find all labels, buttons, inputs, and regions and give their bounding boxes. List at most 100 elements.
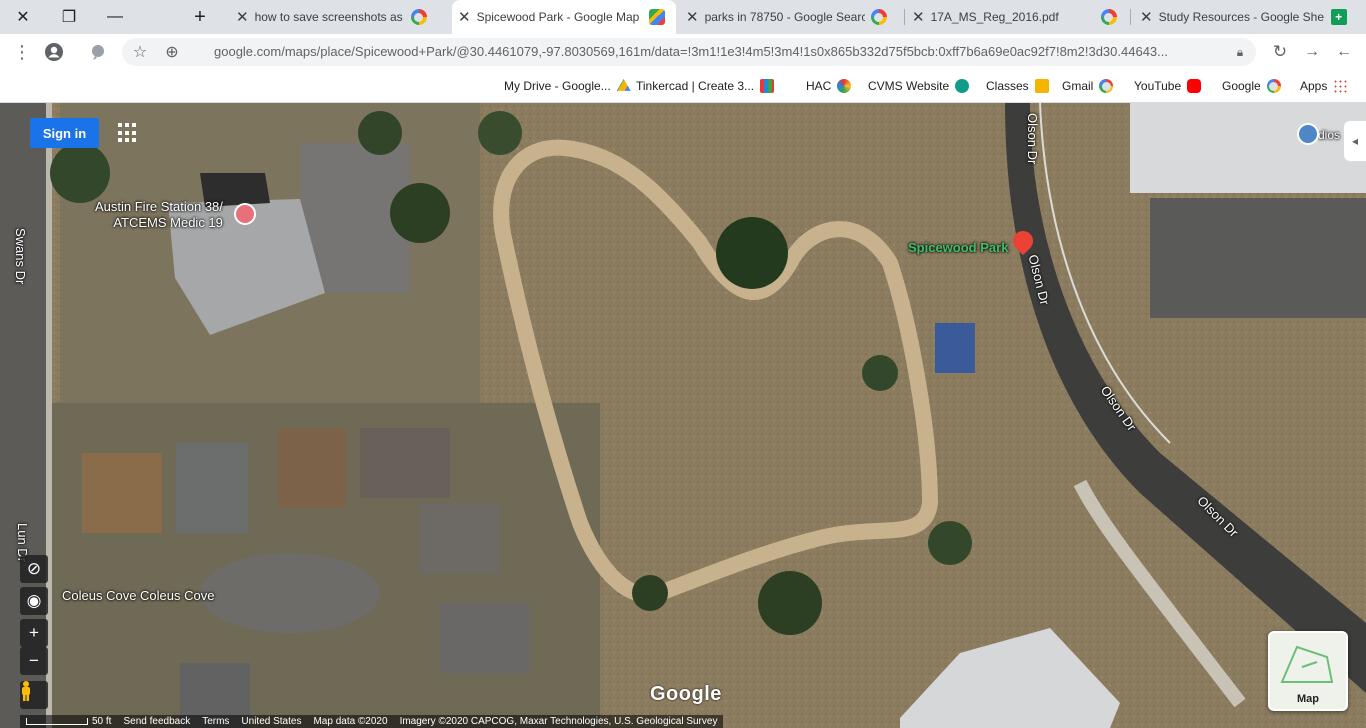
minimap-label: Map [1297, 693, 1319, 705]
reload-icon[interactable]: ↻ [1268, 40, 1292, 64]
bookmarks-bar: Apps Google YouTube Gmail Classes CVMS W… [0, 70, 1366, 103]
bookmark-label: Gmail [1062, 79, 1094, 93]
close-tab-icon[interactable]: ✕ [236, 8, 249, 26]
add-location-icon[interactable]: ⊕ [160, 40, 184, 64]
bookmark-youtube[interactable]: YouTube [1134, 76, 1202, 96]
satellite-imagery [0, 103, 1366, 728]
url-text: google.com/maps/place/Spicewood+Park/@30… [214, 44, 1168, 59]
fire-station-marker-icon[interactable] [234, 203, 256, 225]
apps-icon [1333, 79, 1348, 93]
business-marker-icon[interactable] [1297, 123, 1319, 145]
satellite-map[interactable]: Sign in Austin Fire Station 38/ ATCEMS M… [0, 103, 1366, 728]
google-icon [1100, 9, 1117, 25]
fire-station-name-line-1: Austin Fire Station 38/ [95, 199, 223, 214]
bookmark-hac[interactable]: HAC [806, 76, 852, 96]
bookmark-label: Classes [986, 79, 1029, 93]
google-apps-icon[interactable] [118, 123, 138, 143]
send-feedback-link[interactable]: Send feedback [123, 715, 190, 728]
tab-title: parks in 78750 - Google Searc [704, 10, 865, 24]
zoom-in-button[interactable]: + [20, 619, 48, 647]
bookmark-label: HAC [806, 79, 832, 93]
close-tab-icon[interactable]: ✕ [912, 8, 925, 26]
close-tab-icon[interactable]: ✕ [686, 8, 699, 26]
new-tab-button[interactable]: + [180, 0, 220, 34]
zoom-out-button[interactable]: − [20, 647, 48, 675]
map-data-credit: Map data ©2020 [313, 716, 388, 727]
minimize-window-button[interactable]: — [92, 0, 138, 34]
country-label[interactable]: United States [241, 715, 301, 728]
tab-separator [904, 9, 905, 25]
tab-title: Spicewood Park - Google Map [476, 10, 640, 24]
menu-dots-icon[interactable]: ⋮ [10, 40, 34, 64]
back-icon[interactable]: ← [1332, 40, 1356, 64]
park-label[interactable]: Spicewood Park [908, 240, 1008, 255]
tab-pdf[interactable]: ✕ 17A_MS_Reg_2016.pdf [906, 0, 1128, 34]
close-window-button[interactable]: ✕ [0, 0, 46, 34]
tinkercad-icon [760, 79, 775, 93]
compass-icon[interactable]: ⊘ [20, 555, 48, 583]
maximize-window-button[interactable]: ❐ [46, 0, 92, 34]
map-footer: 50 ft Send feedback Terms United States … [0, 715, 1366, 728]
street-label-coleus: Coleus Cove Coleus Cove [62, 588, 215, 603]
tab-study-resources[interactable]: ✕ Study Resources - Google She + [1134, 0, 1358, 34]
tab-strip: ✕ ❐ — + ✕ how to save screenshots as jp … [0, 0, 1366, 34]
tab-how-to-save[interactable]: ✕ how to save screenshots as jp [230, 0, 440, 34]
sheets-icon: + [1330, 9, 1347, 25]
tab-parks-search[interactable]: ✕ parks in 78750 - Google Searc [680, 0, 900, 34]
maps-icon [648, 9, 665, 25]
sign-in-button[interactable]: Sign in [30, 118, 99, 148]
drive-icon [616, 79, 631, 91]
minimap-preview-icon [1280, 645, 1334, 683]
bookmark-label: My Drive - Google... [504, 79, 611, 93]
scale-line [26, 718, 88, 725]
bookmark-label: Google [1222, 79, 1261, 93]
close-tab-icon[interactable]: ✕ [458, 8, 471, 26]
bookmark-label: CVMS Website [868, 79, 950, 93]
bookmark-star-icon[interactable]: ☆ [128, 40, 152, 64]
forward-icon[interactable]: → [1300, 40, 1324, 64]
google-logo: Google [650, 683, 722, 705]
fire-station-name-line-2: ATCEMS Medic 19 [113, 215, 223, 230]
lock-icon[interactable]: 🔒︎ [1228, 40, 1252, 64]
gmail-icon [1099, 79, 1114, 93]
tab-title: how to save screenshots as jp [254, 10, 405, 24]
pegman-icon[interactable] [20, 681, 48, 709]
tab-title: 17A_MS_Reg_2016.pdf [930, 10, 1059, 24]
google-icon [410, 9, 427, 25]
bookmark-label: Tinkercad | Create 3... [636, 79, 755, 93]
scale-label: 50 ft [92, 716, 112, 727]
bookmark-gmail[interactable]: Gmail [1062, 76, 1114, 96]
browser-toolbar: ⋮ ☆ ⊕ google.com/maps/place/Spicewood+Pa… [0, 34, 1366, 70]
cvms-icon [955, 79, 970, 93]
fire-station-label[interactable]: Austin Fire Station 38/ ATCEMS Medic 19 [95, 199, 223, 231]
my-location-icon[interactable]: ◉ [20, 587, 48, 615]
tab-separator [1130, 9, 1131, 25]
business-label[interactable]: dios [1318, 128, 1340, 142]
tab-title: Study Resources - Google She [1158, 10, 1324, 24]
bookmark-tinkercad[interactable]: Tinkercad | Create 3... [636, 76, 775, 96]
classroom-icon [1034, 79, 1049, 93]
bookmark-label: YouTube [1134, 79, 1182, 93]
extension-icon[interactable] [86, 40, 110, 64]
bookmark-google[interactable]: Google [1222, 76, 1281, 96]
street-label-swans: Swans Dr [13, 228, 28, 285]
bookmark-my-drive[interactable]: My Drive - Google... [504, 76, 631, 96]
bookmark-apps[interactable]: Apps [1300, 76, 1348, 96]
close-tab-icon[interactable]: ✕ [1140, 8, 1153, 26]
tab-spicewood-park-maps[interactable]: ✕ Spicewood Park - Google Map [452, 0, 676, 34]
google-icon [1266, 79, 1281, 93]
bookmark-cvms[interactable]: CVMS Website [868, 76, 970, 96]
bookmark-classes[interactable]: Classes [986, 76, 1049, 96]
google-icon [870, 9, 887, 25]
youtube-icon [1187, 79, 1202, 93]
imagery-credit: Imagery ©2020 CAPCOG, Maxar Technologies… [399, 716, 718, 727]
street-label-olson-4: Olson Dr [1025, 113, 1040, 165]
profile-avatar[interactable] [42, 40, 66, 64]
hac-icon [837, 79, 852, 93]
map-layer-toggle[interactable]: Map [1268, 631, 1348, 711]
terms-link[interactable]: Terms [202, 715, 229, 728]
scale-bar[interactable]: 50 ft [26, 715, 111, 728]
collapse-panel-button[interactable]: ◂ [1344, 121, 1366, 161]
address-bar[interactable]: ☆ ⊕ google.com/maps/place/Spicewood+Park… [122, 38, 1256, 66]
bookmark-label: Apps [1300, 79, 1328, 93]
